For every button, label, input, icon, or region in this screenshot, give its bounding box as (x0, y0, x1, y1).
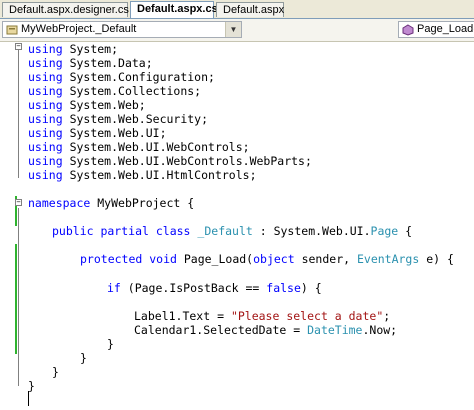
tab-default-aspx-cs[interactable]: Default.aspx.cs (130, 1, 218, 18)
datetime-type: DateTime (307, 323, 363, 337)
string-literal: "Please select a date" (230, 309, 384, 323)
text-caret (28, 391, 29, 406)
collapse-icon[interactable]: − (15, 199, 22, 206)
method-arg: sender, (294, 252, 357, 266)
code-line[interactable]: using System; (28, 42, 118, 57)
code-line[interactable]: using System.Configuration; (28, 70, 215, 85)
namespace-text: MyWebProject { (97, 196, 195, 210)
calendar-end: .Now; (362, 323, 398, 337)
type-dropdown[interactable]: MyWebProject._Default ▼ (2, 21, 242, 38)
member-dropdown[interactable]: Page_Load(object (398, 21, 474, 38)
label-assign: Label1.Text = (134, 309, 231, 323)
code-line-calendar[interactable]: Calendar1.SelectedDate = DateTime.Now; (134, 323, 397, 338)
method-name: Page_Load( (176, 252, 254, 266)
close-brace-method[interactable]: } (80, 351, 87, 366)
chevron-down-icon[interactable]: ▼ (225, 22, 241, 37)
method-icon (402, 23, 414, 36)
using-text: System.Web.UI.HtmlControls; (69, 168, 257, 182)
code-line-class[interactable]: public partial class _Default : System.W… (52, 224, 412, 239)
using-text: System.Web.UI.WebControls; (69, 140, 250, 154)
code-line[interactable]: using System.Web.UI.WebControls.WebParts… (28, 154, 312, 169)
collapse-icon[interactable]: − (15, 43, 22, 50)
using-text: System.Web.Security; (69, 112, 209, 126)
method-keywords: protected void (80, 252, 177, 266)
method-param-keyword: object (253, 252, 295, 266)
change-marker (15, 244, 17, 354)
code-line-namespace[interactable]: namespace MyWebProject { (28, 196, 194, 211)
code-line[interactable]: using System.Web.UI; (28, 126, 167, 141)
class-name: _Default (197, 224, 253, 238)
outline-line-usings (18, 50, 19, 178)
class-rest: : System.Web.UI. (252, 224, 371, 238)
code-line[interactable]: using System.Data; (28, 56, 153, 71)
code-line[interactable]: using System.Web.UI.HtmlControls; (28, 168, 257, 183)
close-brace-namespace[interactable]: } (28, 379, 35, 394)
code-line[interactable]: using System.Web.UI.WebControls; (28, 140, 250, 155)
using-text: System.Web.UI; (69, 126, 167, 140)
class-end: { (398, 224, 413, 238)
code-line[interactable]: using System.Collections; (28, 84, 201, 99)
if-end: ) { (300, 281, 322, 295)
tab-default-aspx[interactable]: Default.aspx (216, 2, 284, 17)
method-param-type: EventArgs (356, 252, 420, 266)
code-line-if[interactable]: if (Page.IsPostBack == false) { (107, 281, 322, 296)
close-brace-if[interactable]: } (107, 337, 114, 352)
calendar-assign: Calendar1.SelectedDate = (134, 323, 308, 337)
code-line-label[interactable]: Label1.Text = "Please select a date"; (134, 309, 390, 324)
using-text: System; (69, 42, 119, 56)
if-keyword: if (107, 281, 121, 295)
member-dropdown-value: Page_Load(object (417, 23, 474, 35)
class-keywords: public partial class (52, 224, 191, 238)
class-base: Page (370, 224, 399, 238)
close-brace-class[interactable]: } (52, 365, 59, 380)
navigation-bar: MyWebProject._Default ▼ Page_Load(object (0, 19, 474, 42)
outline-line-namespace (18, 208, 19, 386)
if-condition: (Page.IsPostBack == (120, 281, 267, 295)
label-end: ; (383, 309, 391, 323)
method-end: e) { (419, 252, 454, 266)
using-text: System.Web; (69, 98, 146, 112)
using-text: System.Configuration; (69, 70, 215, 84)
document-tab-strip: Default.aspx.designer.cs Default.aspx.cs… (0, 0, 474, 19)
tab-default-aspx-designer-cs[interactable]: Default.aspx.designer.cs (2, 2, 129, 17)
code-line-method[interactable]: protected void Page_Load(object sender, … (80, 252, 454, 267)
code-line[interactable]: using System.Web.Security; (28, 112, 208, 127)
type-dropdown-value: MyWebProject._Default (21, 23, 137, 35)
using-text: System.Web.UI.WebControls.WebParts; (69, 154, 312, 168)
using-text: System.Data; (69, 56, 153, 70)
code-line[interactable]: using System.Web; (28, 98, 146, 113)
false-keyword: false (266, 281, 301, 295)
class-icon (6, 25, 18, 34)
using-text: System.Collections; (69, 84, 202, 98)
